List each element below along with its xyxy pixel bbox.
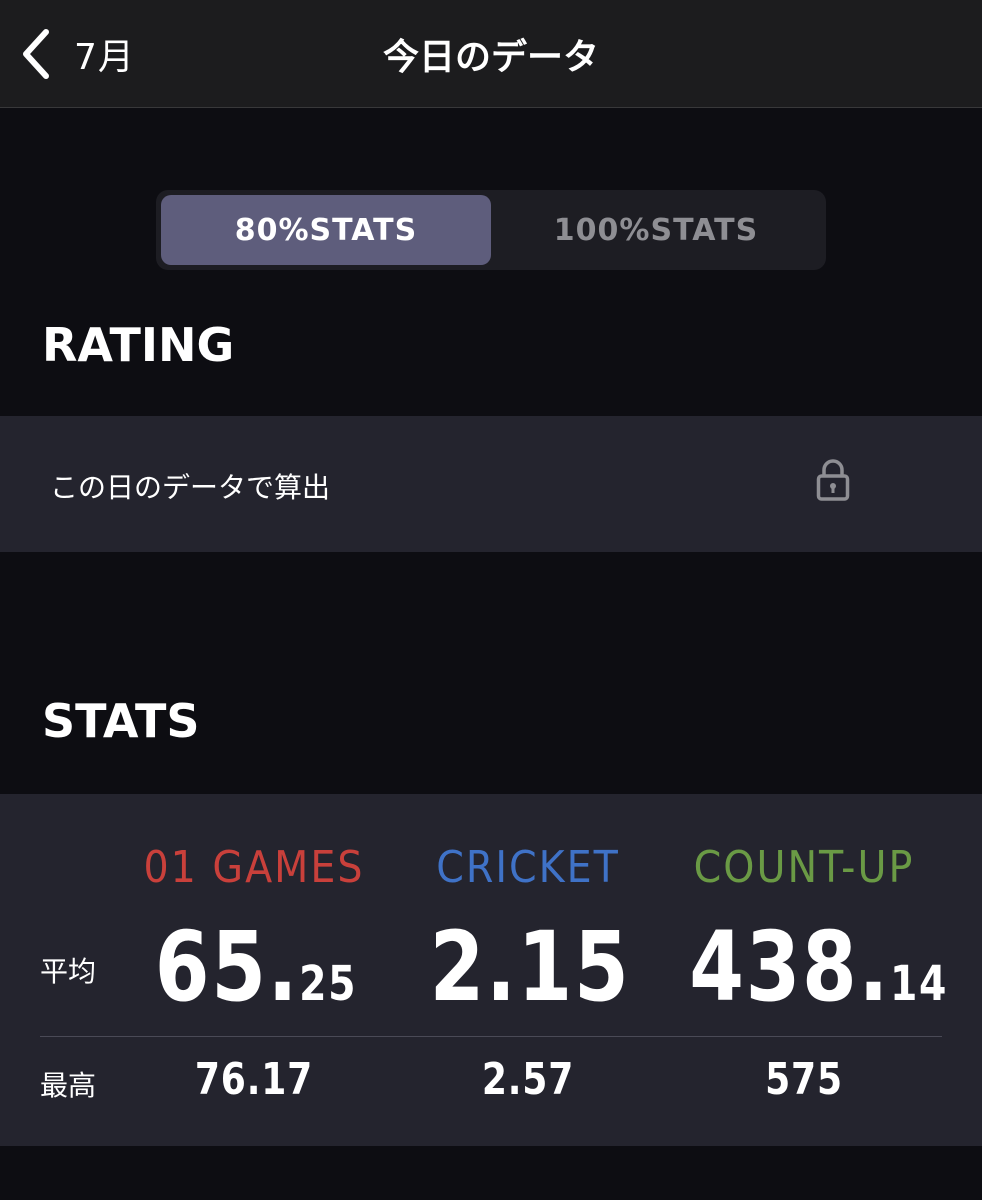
average-int-count-up: 438. <box>689 911 890 1023</box>
stats-mode-segmented-control: 80%STATS 100%STATS <box>156 190 826 270</box>
rating-row-text: この日のデータで算出 <box>50 471 331 504</box>
average-value-count-up: 438.14 <box>689 911 946 1039</box>
segment-80-stats[interactable]: 80%STATS <box>161 195 491 265</box>
average-row-label: 平均 <box>40 955 97 988</box>
max-value-count-up: 575 <box>765 1054 843 1105</box>
average-int-01-games: 65. <box>154 911 300 1023</box>
max-row-label: 最高 <box>40 1069 97 1102</box>
stats-section-title: STATS <box>42 694 200 748</box>
average-dec-01-games: 25 <box>299 956 358 1012</box>
column-header-01-games: 01 GAMES <box>143 842 365 893</box>
column-header-cricket: CRICKET <box>436 842 620 893</box>
rating-section-title: RATING <box>42 318 235 372</box>
segment-100-stats[interactable]: 100%STATS <box>491 195 821 265</box>
average-value-cricket: 2.15 <box>415 912 645 1039</box>
average-value-01-games: 65.25 <box>141 912 371 1039</box>
lock-icon <box>816 458 850 502</box>
max-value-cricket: 2.57 <box>481 1054 575 1105</box>
page-title: 今日のデータ <box>382 37 599 78</box>
average-int-cricket: 2.15 <box>429 911 631 1023</box>
average-dec-count-up: 14 <box>889 956 949 1012</box>
navigation-bar: 7月 今日のデータ <box>0 0 982 108</box>
column-header-count-up: COUNT-UP <box>693 842 915 893</box>
max-value-01-games: 76.17 <box>194 1054 314 1105</box>
stats-divider <box>40 1036 942 1037</box>
